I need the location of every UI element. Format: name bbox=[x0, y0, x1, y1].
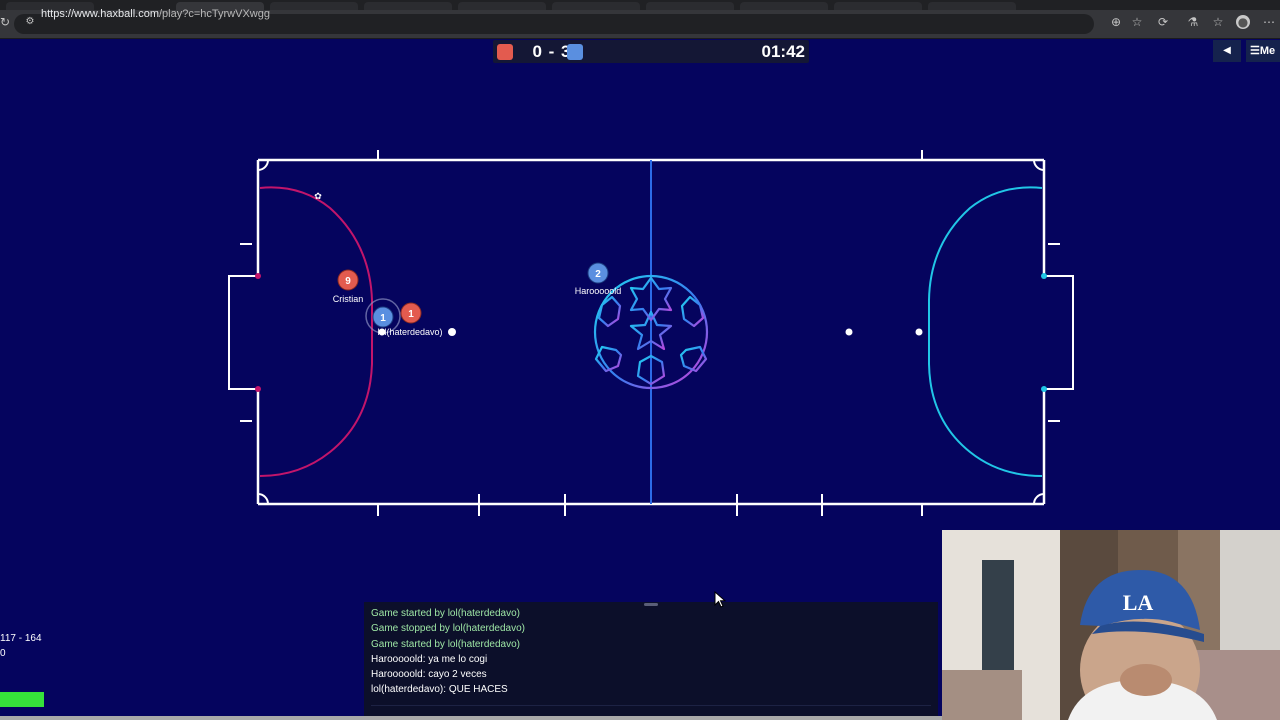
red-penalty-area bbox=[259, 186, 373, 477]
penalty-spot bbox=[915, 328, 923, 336]
chat-message: Game stopped by lol(haterdedavo) bbox=[371, 623, 525, 635]
blue-goalpost bbox=[1041, 273, 1047, 279]
chat-panel: Game started by lol(haterdedavo) Game st… bbox=[364, 602, 938, 720]
red-goalpost bbox=[255, 386, 261, 392]
blue-penalty-area bbox=[928, 186, 1043, 477]
chat-log: Game started by lol(haterdedavo) Game st… bbox=[371, 606, 931, 698]
svg-text:LA: LA bbox=[1123, 590, 1154, 615]
kickoff-marker bbox=[378, 328, 386, 336]
performance-graph bbox=[0, 692, 44, 707]
player-red-9: 9 Cristian bbox=[333, 269, 364, 304]
chat-input[interactable] bbox=[371, 705, 931, 716]
blue-goal bbox=[1044, 275, 1074, 390]
player-name: Harooooold bbox=[575, 286, 622, 296]
player-number: 1 bbox=[380, 313, 386, 324]
player-name: lol(haterdedavo) bbox=[377, 327, 442, 337]
player-name: Cristian bbox=[333, 294, 364, 304]
performance-stats: 117 - 164 0 bbox=[0, 631, 60, 661]
chat-message: Game started by lol(haterdedavo) bbox=[371, 608, 520, 619]
webcam-overlay: LA bbox=[942, 530, 1280, 720]
red-goalpost bbox=[255, 273, 261, 279]
chat-message: Harooooold: cayo 2 veces bbox=[371, 669, 487, 681]
player-red-1: 1 bbox=[400, 302, 422, 324]
chat-message: Game started by lol(haterdedavo) bbox=[371, 638, 520, 650]
blue-goalpost bbox=[1041, 386, 1047, 392]
red-goal bbox=[228, 275, 258, 390]
player-number: 9 bbox=[345, 276, 351, 287]
ball bbox=[448, 328, 456, 336]
stats-line: 0 bbox=[0, 648, 6, 659]
player-number: 1 bbox=[408, 309, 414, 320]
stats-line: 117 - 164 bbox=[0, 633, 42, 644]
player-blue-2: 2 Harooooold bbox=[575, 262, 622, 296]
player-number: 2 bbox=[595, 269, 601, 280]
chat-message: lol(haterdedavo): QUE HACES bbox=[371, 684, 508, 696]
small-star-icon: ✿ bbox=[314, 192, 322, 202]
mouse-cursor-icon bbox=[714, 591, 727, 608]
chat-message: Harooooold: ya me lo cogi bbox=[371, 653, 488, 665]
penalty-spot bbox=[845, 328, 853, 336]
